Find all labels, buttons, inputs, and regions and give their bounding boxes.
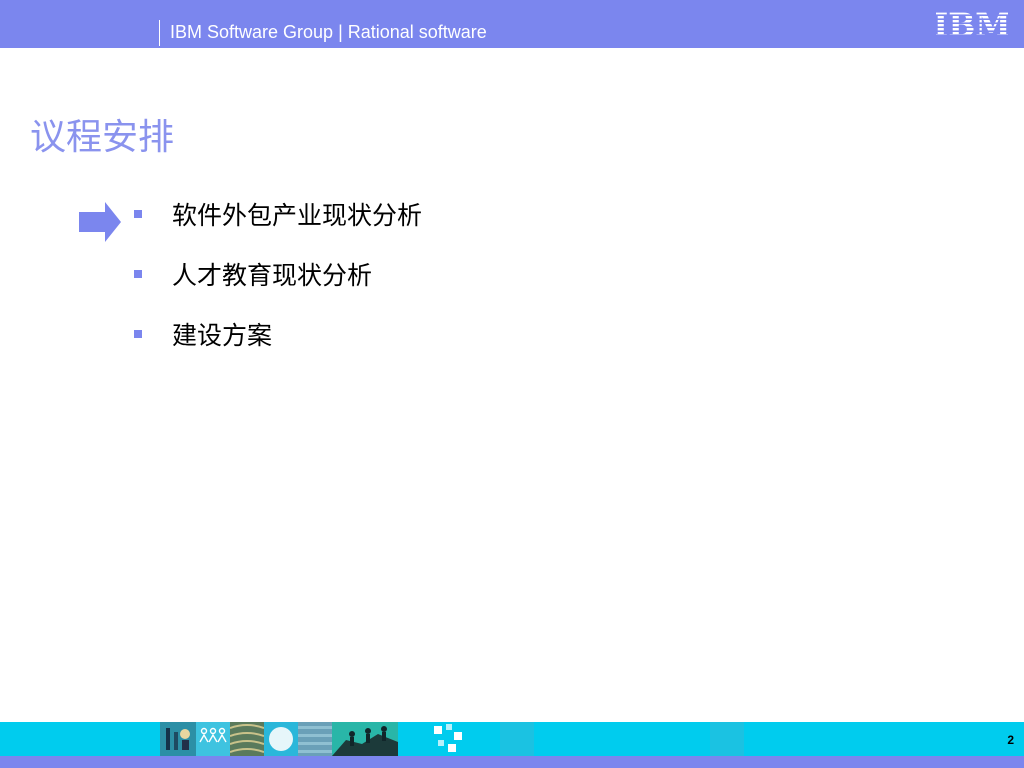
agenda-item-label: 建设方案 <box>172 321 273 350</box>
stripes-icon <box>298 722 332 756</box>
agenda-item-label: 软件外包产业现状分析 <box>172 201 423 230</box>
ibm-logo: IBM <box>936 8 1008 40</box>
footer-figure-icon <box>160 722 196 756</box>
footer-image-tile <box>196 722 230 756</box>
people-icon <box>196 722 230 756</box>
page-number: 2 <box>1007 733 1014 747</box>
square-bullet-icon <box>134 210 142 218</box>
agenda-item-label: 人才教育现状分析 <box>172 261 373 290</box>
footer-image-tile <box>500 722 534 756</box>
square-bullet-icon <box>134 270 142 278</box>
footer-image-tile <box>332 722 398 756</box>
climbers-icon <box>332 722 398 756</box>
footer-bottom-bar <box>0 756 1024 768</box>
footer-image-tile <box>229 722 265 756</box>
texture-icon <box>229 722 265 756</box>
square-bullet-icon <box>134 330 142 338</box>
footer-image-tile <box>160 722 196 756</box>
circle-icon <box>264 722 298 756</box>
footer-image-tile <box>432 722 466 756</box>
arrow-right-icon <box>79 202 121 242</box>
footer-image-tile <box>264 722 298 756</box>
footer-image-tile <box>710 722 744 756</box>
header-bar <box>0 0 1024 48</box>
footer-image-tile <box>298 722 332 756</box>
header-separator <box>159 20 160 46</box>
header-group-text: IBM Software Group | Rational software <box>170 22 487 42</box>
ibm-logo-text: IBM <box>936 8 1008 40</box>
slide-title: 议程安排 <box>30 117 175 158</box>
pixel-pattern-icon <box>432 722 466 756</box>
